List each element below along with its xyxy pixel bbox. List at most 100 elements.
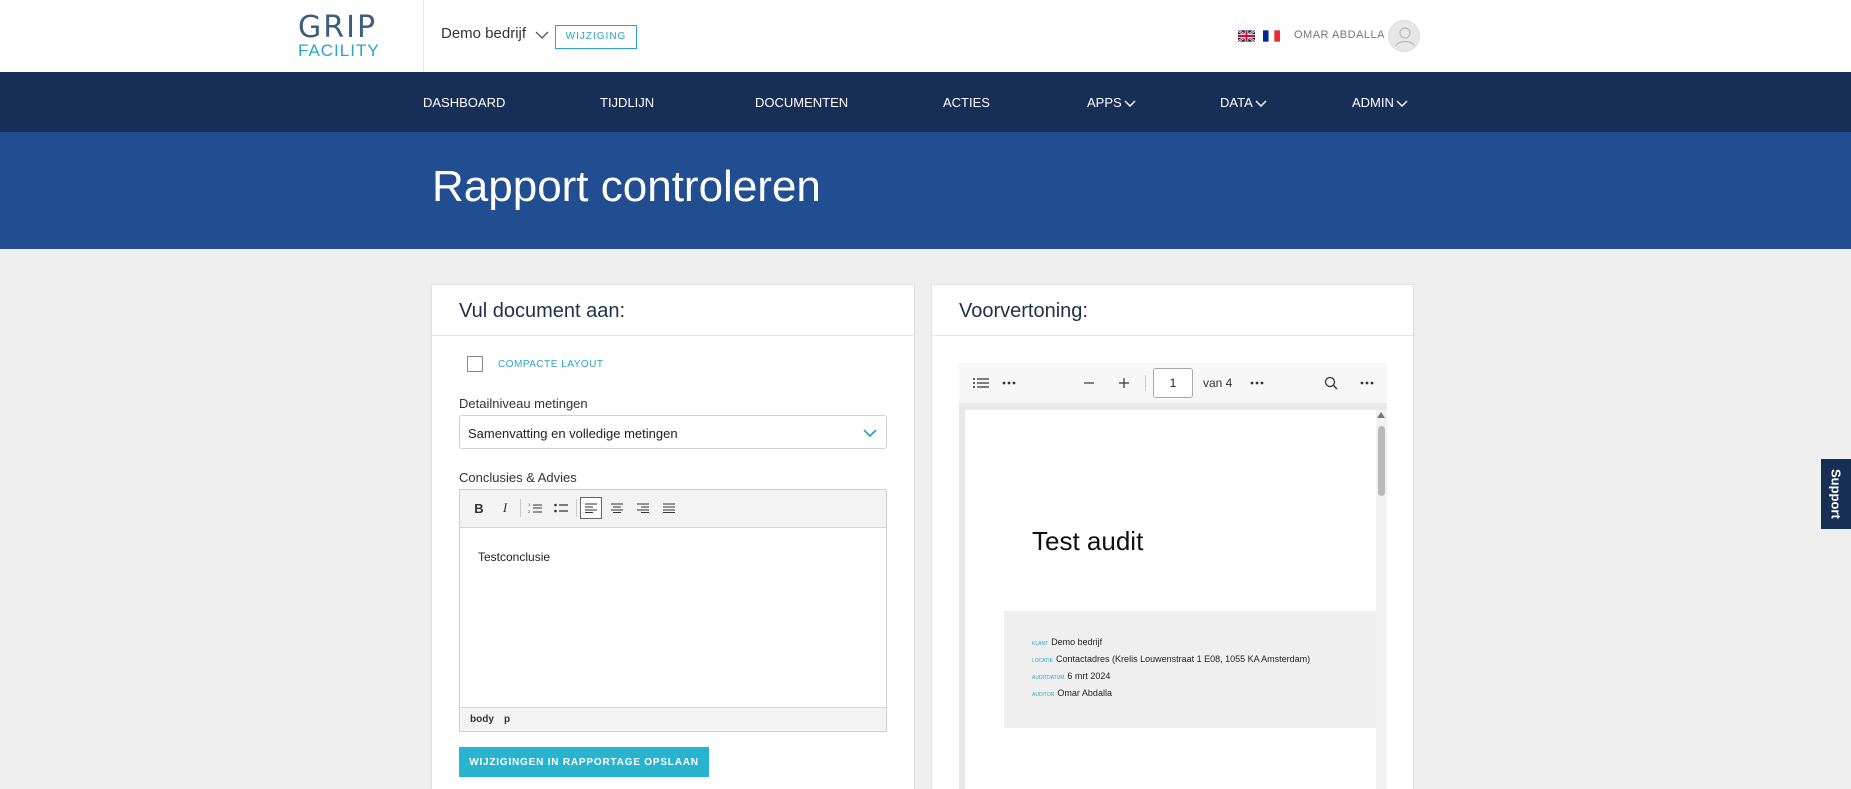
nav-apps-label: APPS bbox=[1087, 95, 1122, 110]
chevron-down-icon bbox=[1255, 100, 1267, 107]
zoom-out-button[interactable] bbox=[1079, 373, 1099, 393]
en-flag-icon[interactable] bbox=[1238, 30, 1255, 42]
user-name[interactable]: OMAR ABDALLA bbox=[1294, 29, 1385, 41]
ordered-list-button[interactable]: 12 bbox=[524, 497, 546, 519]
user-icon bbox=[1395, 27, 1415, 47]
more-options-button[interactable] bbox=[999, 373, 1019, 393]
info-value: Contactadres (Krelis Louwenstraat 1 E08,… bbox=[1056, 654, 1311, 664]
nav-documenten-label: DOCUMENTEN bbox=[755, 95, 849, 110]
company-name[interactable]: Demo bedrijf bbox=[441, 25, 526, 42]
chevron-down-icon bbox=[1124, 100, 1136, 107]
page-title: Rapport controleren bbox=[432, 162, 821, 211]
list-icon bbox=[973, 378, 989, 388]
plus-icon bbox=[1119, 378, 1129, 388]
rich-text-editor: B I 12 Testconclusie body p bbox=[459, 489, 887, 732]
bullet-list-icon bbox=[554, 503, 568, 513]
ordered-list-icon: 12 bbox=[528, 502, 542, 514]
preview-card-title: Voorvertoning: bbox=[959, 300, 1088, 322]
toolbar-separator bbox=[576, 499, 577, 517]
logo-facility-text: FACILITY bbox=[298, 41, 380, 60]
card-divider bbox=[432, 335, 914, 336]
search-icon bbox=[1324, 376, 1338, 390]
nav-tijdlijn-label: TIJDLIJN bbox=[600, 95, 655, 110]
nav-acties[interactable]: ACTIES bbox=[943, 95, 990, 110]
document-title: Test audit bbox=[1032, 526, 1144, 556]
conclusion-label: Conclusies & Advies bbox=[459, 470, 577, 485]
logo-grip-text: GRIP bbox=[298, 10, 378, 45]
change-company-button[interactable]: WIJZIGING bbox=[555, 25, 637, 49]
more-horizontal-icon bbox=[1002, 381, 1016, 385]
more-options-button[interactable] bbox=[1357, 373, 1377, 393]
page-number-input[interactable]: 1 bbox=[1153, 368, 1193, 398]
align-left-icon bbox=[585, 503, 597, 513]
nav-documenten[interactable]: DOCUMENTEN bbox=[755, 95, 848, 110]
avatar[interactable] bbox=[1388, 20, 1420, 52]
nav-data-label: DATA bbox=[1220, 95, 1253, 110]
grip-facility-logo[interactable]: GRIP FACILITY bbox=[298, 10, 382, 60]
align-center-icon bbox=[611, 503, 623, 513]
more-options-button[interactable] bbox=[1247, 373, 1267, 393]
fr-flag-icon[interactable] bbox=[1263, 30, 1280, 42]
more-horizontal-icon bbox=[1250, 381, 1264, 385]
info-row-auditdatum: Auditdatum 6 mrt 2024 bbox=[1032, 671, 1110, 681]
more-horizontal-icon bbox=[1360, 381, 1374, 385]
nav-tijdlijn[interactable]: TIJDLIJN bbox=[600, 95, 654, 110]
info-row-auditor: Auditor Omar Abdalla bbox=[1032, 688, 1112, 698]
minus-icon bbox=[1084, 382, 1094, 384]
search-button[interactable] bbox=[1321, 373, 1341, 393]
svg-text:1: 1 bbox=[528, 502, 531, 507]
nav-admin-label: ADMIN bbox=[1352, 95, 1394, 110]
save-report-button[interactable]: WIJZIGINGEN IN RAPPORTAGE OPSLAAN bbox=[459, 747, 709, 777]
form-card-title: Vul document aan: bbox=[459, 300, 626, 322]
align-right-button[interactable] bbox=[632, 497, 654, 519]
nav-dashboard[interactable]: DASHBOARD bbox=[423, 95, 505, 110]
detail-level-value: Samenvatting en volledige metingen bbox=[468, 426, 678, 441]
align-right-icon bbox=[637, 503, 649, 513]
detail-level-select[interactable]: Samenvatting en volledige metingen bbox=[459, 415, 887, 449]
editor-statusbar: body p bbox=[460, 707, 886, 731]
info-key: Auditor bbox=[1032, 692, 1055, 698]
editor-content[interactable]: Testconclusie bbox=[478, 550, 550, 564]
nav-apps[interactable]: APPS bbox=[1087, 95, 1136, 110]
main-navbar: DASHBOARD TIJDLIJN DOCUMENTEN ACTIES APP… bbox=[0, 72, 1851, 132]
compact-layout-label[interactable]: COMPACTE LAYOUT bbox=[498, 359, 603, 370]
bold-button[interactable]: B bbox=[468, 497, 490, 519]
preview-card: Voorvertoning: 1 van 4 Test audit KLANT … bbox=[931, 284, 1414, 789]
justify-icon bbox=[663, 503, 675, 513]
scroll-up-icon[interactable] bbox=[1377, 412, 1385, 418]
document-form-card: Vul document aan: COMPACTE LAYOUT Detail… bbox=[431, 284, 915, 789]
info-value: Omar Abdalla bbox=[1057, 688, 1112, 698]
italic-button[interactable]: I bbox=[494, 497, 516, 519]
svg-text:2: 2 bbox=[528, 509, 531, 514]
support-tab[interactable]: Support bbox=[1821, 459, 1851, 529]
pdf-page: Test audit Klant Demo bedrijf Locatie Cont… bbox=[965, 410, 1377, 789]
header-divider bbox=[423, 0, 424, 72]
chevron-down-icon bbox=[863, 429, 877, 438]
align-center-button[interactable] bbox=[606, 497, 628, 519]
info-value: Demo bedrijf bbox=[1051, 637, 1103, 647]
scrollbar-thumb[interactable] bbox=[1378, 426, 1385, 496]
chevron-down-icon[interactable] bbox=[535, 28, 549, 42]
pdf-viewer: 1 van 4 Test audit Klant Demo bedrijf Loc… bbox=[959, 363, 1387, 789]
compact-layout-checkbox[interactable] bbox=[467, 356, 483, 372]
top-bar: GRIP FACILITY Demo bedrijf WIJZIGING OMA… bbox=[0, 0, 1851, 72]
nav-admin[interactable]: ADMIN bbox=[1352, 95, 1408, 110]
justify-button[interactable] bbox=[658, 497, 680, 519]
card-divider bbox=[932, 335, 1413, 336]
status-path-p[interactable]: p bbox=[504, 714, 510, 725]
info-key: Locatie bbox=[1032, 658, 1054, 664]
status-path-body[interactable]: body bbox=[470, 714, 494, 725]
zoom-in-button[interactable] bbox=[1114, 373, 1134, 393]
nav-acties-label: ACTIES bbox=[943, 95, 990, 110]
bullet-list-button[interactable] bbox=[550, 497, 572, 519]
toolbar-separator bbox=[1145, 375, 1146, 391]
info-value: 6 mrt 2024 bbox=[1067, 671, 1111, 681]
outline-button[interactable] bbox=[971, 373, 991, 393]
align-left-button[interactable] bbox=[580, 497, 602, 519]
info-key: Klant bbox=[1032, 641, 1049, 647]
pdf-scrollbar[interactable] bbox=[1376, 410, 1387, 789]
detail-level-label: Detailniveau metingen bbox=[459, 396, 588, 411]
nav-data[interactable]: DATA bbox=[1220, 95, 1267, 110]
toolbar-separator bbox=[520, 499, 521, 517]
document-info-box: Klant Demo bedrijf Locatie Contactadres (K… bbox=[1004, 611, 1377, 728]
